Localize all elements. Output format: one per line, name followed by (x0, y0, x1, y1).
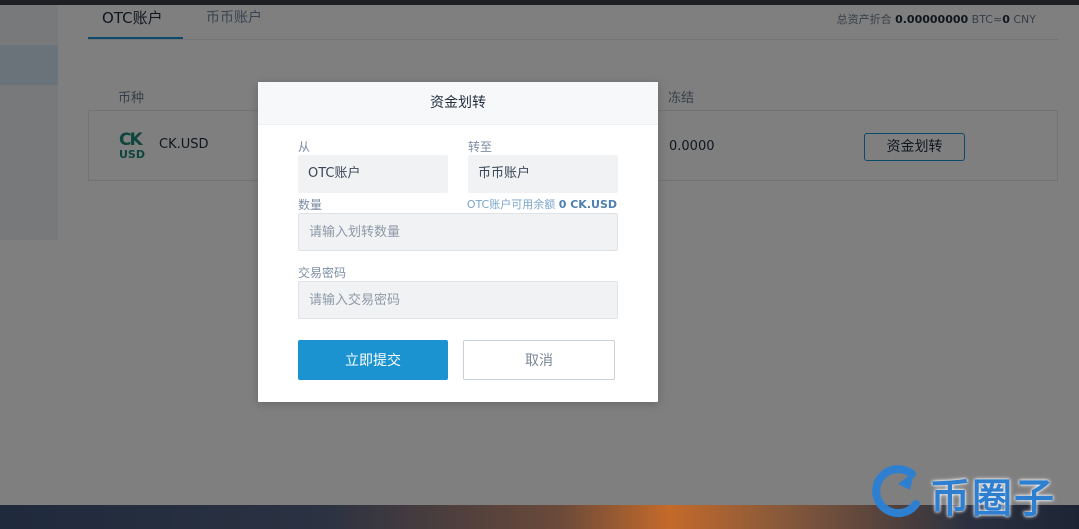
dialog-title: 资金划转 (258, 82, 658, 125)
available-balance: OTC账户可用余额 0 CK.USD (467, 196, 617, 212)
watermark: 币圈子 (868, 460, 1073, 524)
submit-button[interactable]: 立即提交 (298, 340, 448, 380)
fund-transfer-dialog: 资金划转 从 转至 OTC账户 币币账户 数量 OTC账户可用余额 0 CK.U… (258, 82, 658, 402)
cancel-button[interactable]: 取消 (463, 340, 615, 380)
amount-input[interactable] (298, 213, 618, 251)
to-account-select[interactable]: 币币账户 (468, 155, 618, 193)
from-label: 从 (298, 140, 311, 154)
to-label: 转至 (468, 140, 493, 154)
amount-label: 数量 (298, 198, 323, 212)
watermark-text: 币圈子 (930, 476, 1056, 522)
available-balance-value: 0 CK.USD (558, 198, 617, 211)
trade-password-input[interactable] (298, 281, 618, 319)
password-label: 交易密码 (298, 266, 347, 280)
available-balance-prefix: OTC账户可用余额 (466, 198, 556, 211)
from-account-select[interactable]: OTC账户 (298, 155, 448, 193)
watermark-logo-icon (872, 465, 920, 518)
